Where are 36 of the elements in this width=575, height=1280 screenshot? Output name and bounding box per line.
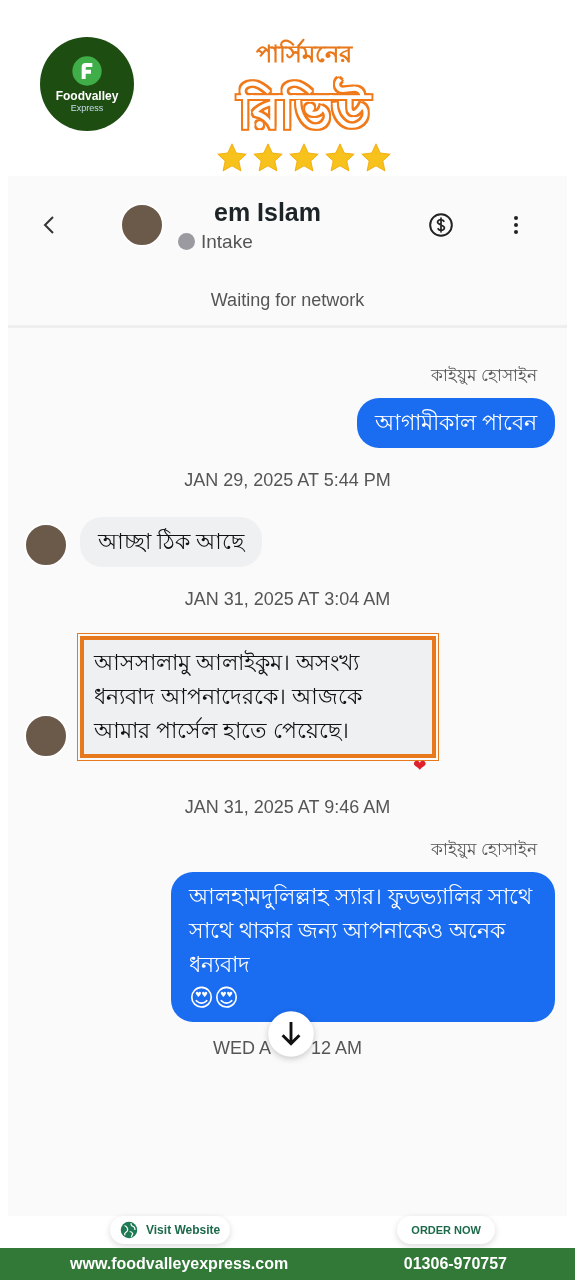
logo-tagline: Express (70, 103, 104, 113)
message-text: আসসালামু আলাইকুম। অসংখ্য ধন্যবাদ আপনাদেরকে। আজকে আমার পার্সেল হাতে পেয়েছে। (94, 650, 363, 743)
star-icon (251, 141, 285, 175)
timestamp: JAN 29, 2025 AT 5:44 PM (183, 470, 392, 491)
timestamp: JAN 31, 2025 AT 3:04 AM (183, 589, 392, 610)
star-icon (323, 141, 357, 175)
order-now-button[interactable]: ORDER NOW (397, 1216, 495, 1244)
message-text: আগামীকাল পাবেন (374, 410, 537, 435)
message-text: আচ্ছা ঠিক আছে (98, 529, 245, 554)
status-dot (178, 233, 195, 250)
sender-name: কাইয়ুম হোসাইন (431, 839, 537, 861)
dollar-icon[interactable] (428, 212, 454, 238)
phone-number: 01306-970757 (403, 1255, 507, 1273)
timestamp: JAN 31, 2025 AT 9:46 AM (183, 797, 392, 818)
website-address: www.foodvalleyexpress.com (70, 1255, 289, 1273)
avatar (24, 714, 68, 758)
more-icon[interactable] (512, 215, 520, 235)
timestamp: 12 AM (311, 1038, 362, 1059)
globe-icon (120, 1221, 138, 1239)
avatar (120, 203, 164, 247)
promo-kicker: পার্সিমনের (256, 37, 352, 69)
reaction-heart: ❤ (413, 757, 427, 774)
visit-website-button[interactable]: Visit Website (110, 1216, 231, 1244)
avatar (24, 523, 68, 567)
network-status-text: Waiting for network (8, 260, 567, 328)
contact-name: em Islam (213, 197, 322, 227)
promo-headline: রিভিউ (230, 71, 378, 151)
logo-text: Foodvalley (55, 89, 119, 103)
star-icon (359, 141, 393, 175)
contact-status: Intake (201, 230, 253, 253)
message-text: আলহামদুলিল্লাহ স্যার। ফুডভ্যালির সাথে সাথে থাকার জন্য আপনাকেও অনেক ধন্যবাদ (189, 884, 533, 977)
sender-name: কাইয়ুম হোসাইন (431, 365, 537, 387)
emoji-text: 😍😍 (189, 983, 241, 1013)
timestamp: WED A (212, 1038, 271, 1059)
star-icon (215, 141, 249, 175)
star-icon (287, 141, 321, 175)
